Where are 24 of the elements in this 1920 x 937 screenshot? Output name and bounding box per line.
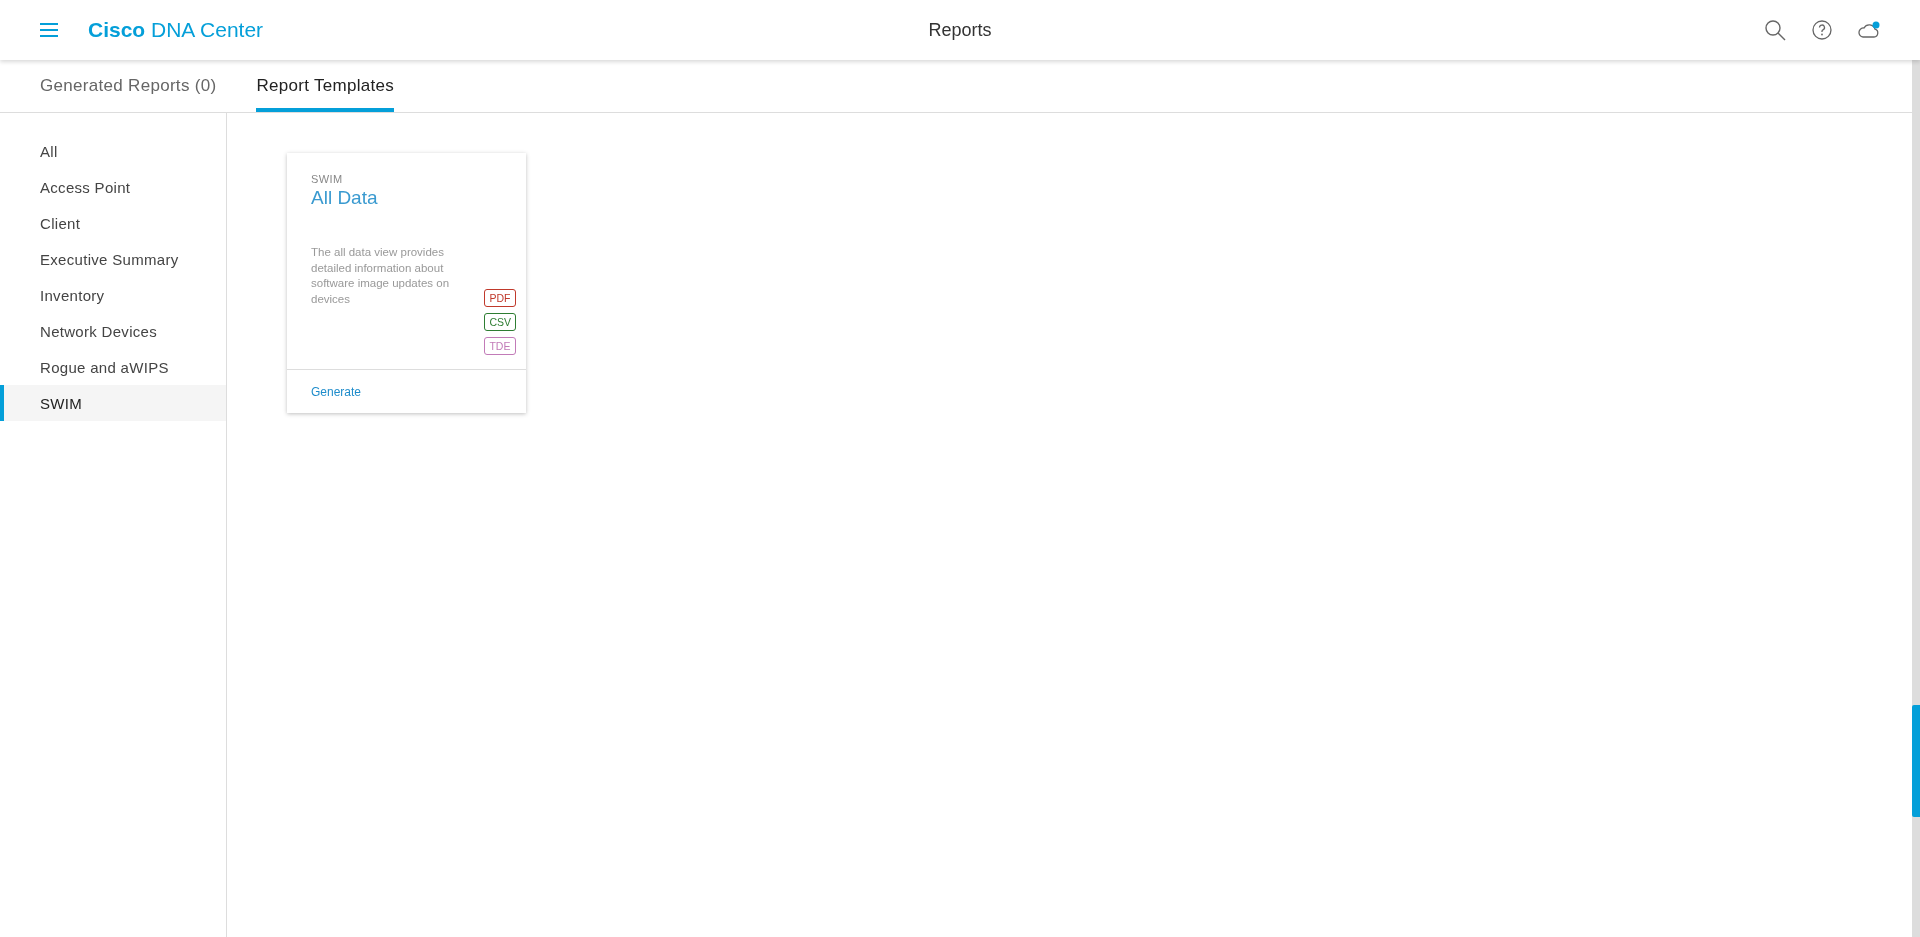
sidebar-item[interactable]: Access Point <box>0 169 226 205</box>
cloud-icon[interactable] <box>1858 21 1880 39</box>
format-tag: PDF <box>484 289 516 307</box>
sidebar-item[interactable]: Rogue and aWIPS <box>0 349 226 385</box>
sidebar-item[interactable]: Network Devices <box>0 313 226 349</box>
scrollbar-track[interactable] <box>1912 60 1920 937</box>
page-title: Reports <box>928 19 992 41</box>
sidebar-item[interactable]: Client <box>0 205 226 241</box>
format-tag: CSV <box>484 313 516 331</box>
sidebar-item[interactable]: All <box>0 133 226 169</box>
menu-icon[interactable] <box>40 23 58 37</box>
tab[interactable]: Generated Reports (0) <box>40 60 217 112</box>
scrollbar-thumb[interactable] <box>1912 705 1920 817</box>
sidebar-item[interactable]: SWIM <box>0 385 226 421</box>
card-category: SWIM <box>311 173 344 185</box>
tab[interactable]: Report Templates <box>256 60 395 112</box>
search-icon[interactable] <box>1764 19 1786 41</box>
format-tag: TDE <box>484 337 516 355</box>
sidebar-item[interactable]: Executive Summary <box>0 241 226 277</box>
brand-logo-text: Cisco DNA Center <box>88 18 264 42</box>
card-description: The all data view provides detailed information about software image updates on devices <box>311 245 451 307</box>
sidebar-item[interactable]: Inventory <box>0 277 226 313</box>
generate-link[interactable]: Generate <box>311 385 362 399</box>
help-icon[interactable] <box>1812 20 1832 40</box>
